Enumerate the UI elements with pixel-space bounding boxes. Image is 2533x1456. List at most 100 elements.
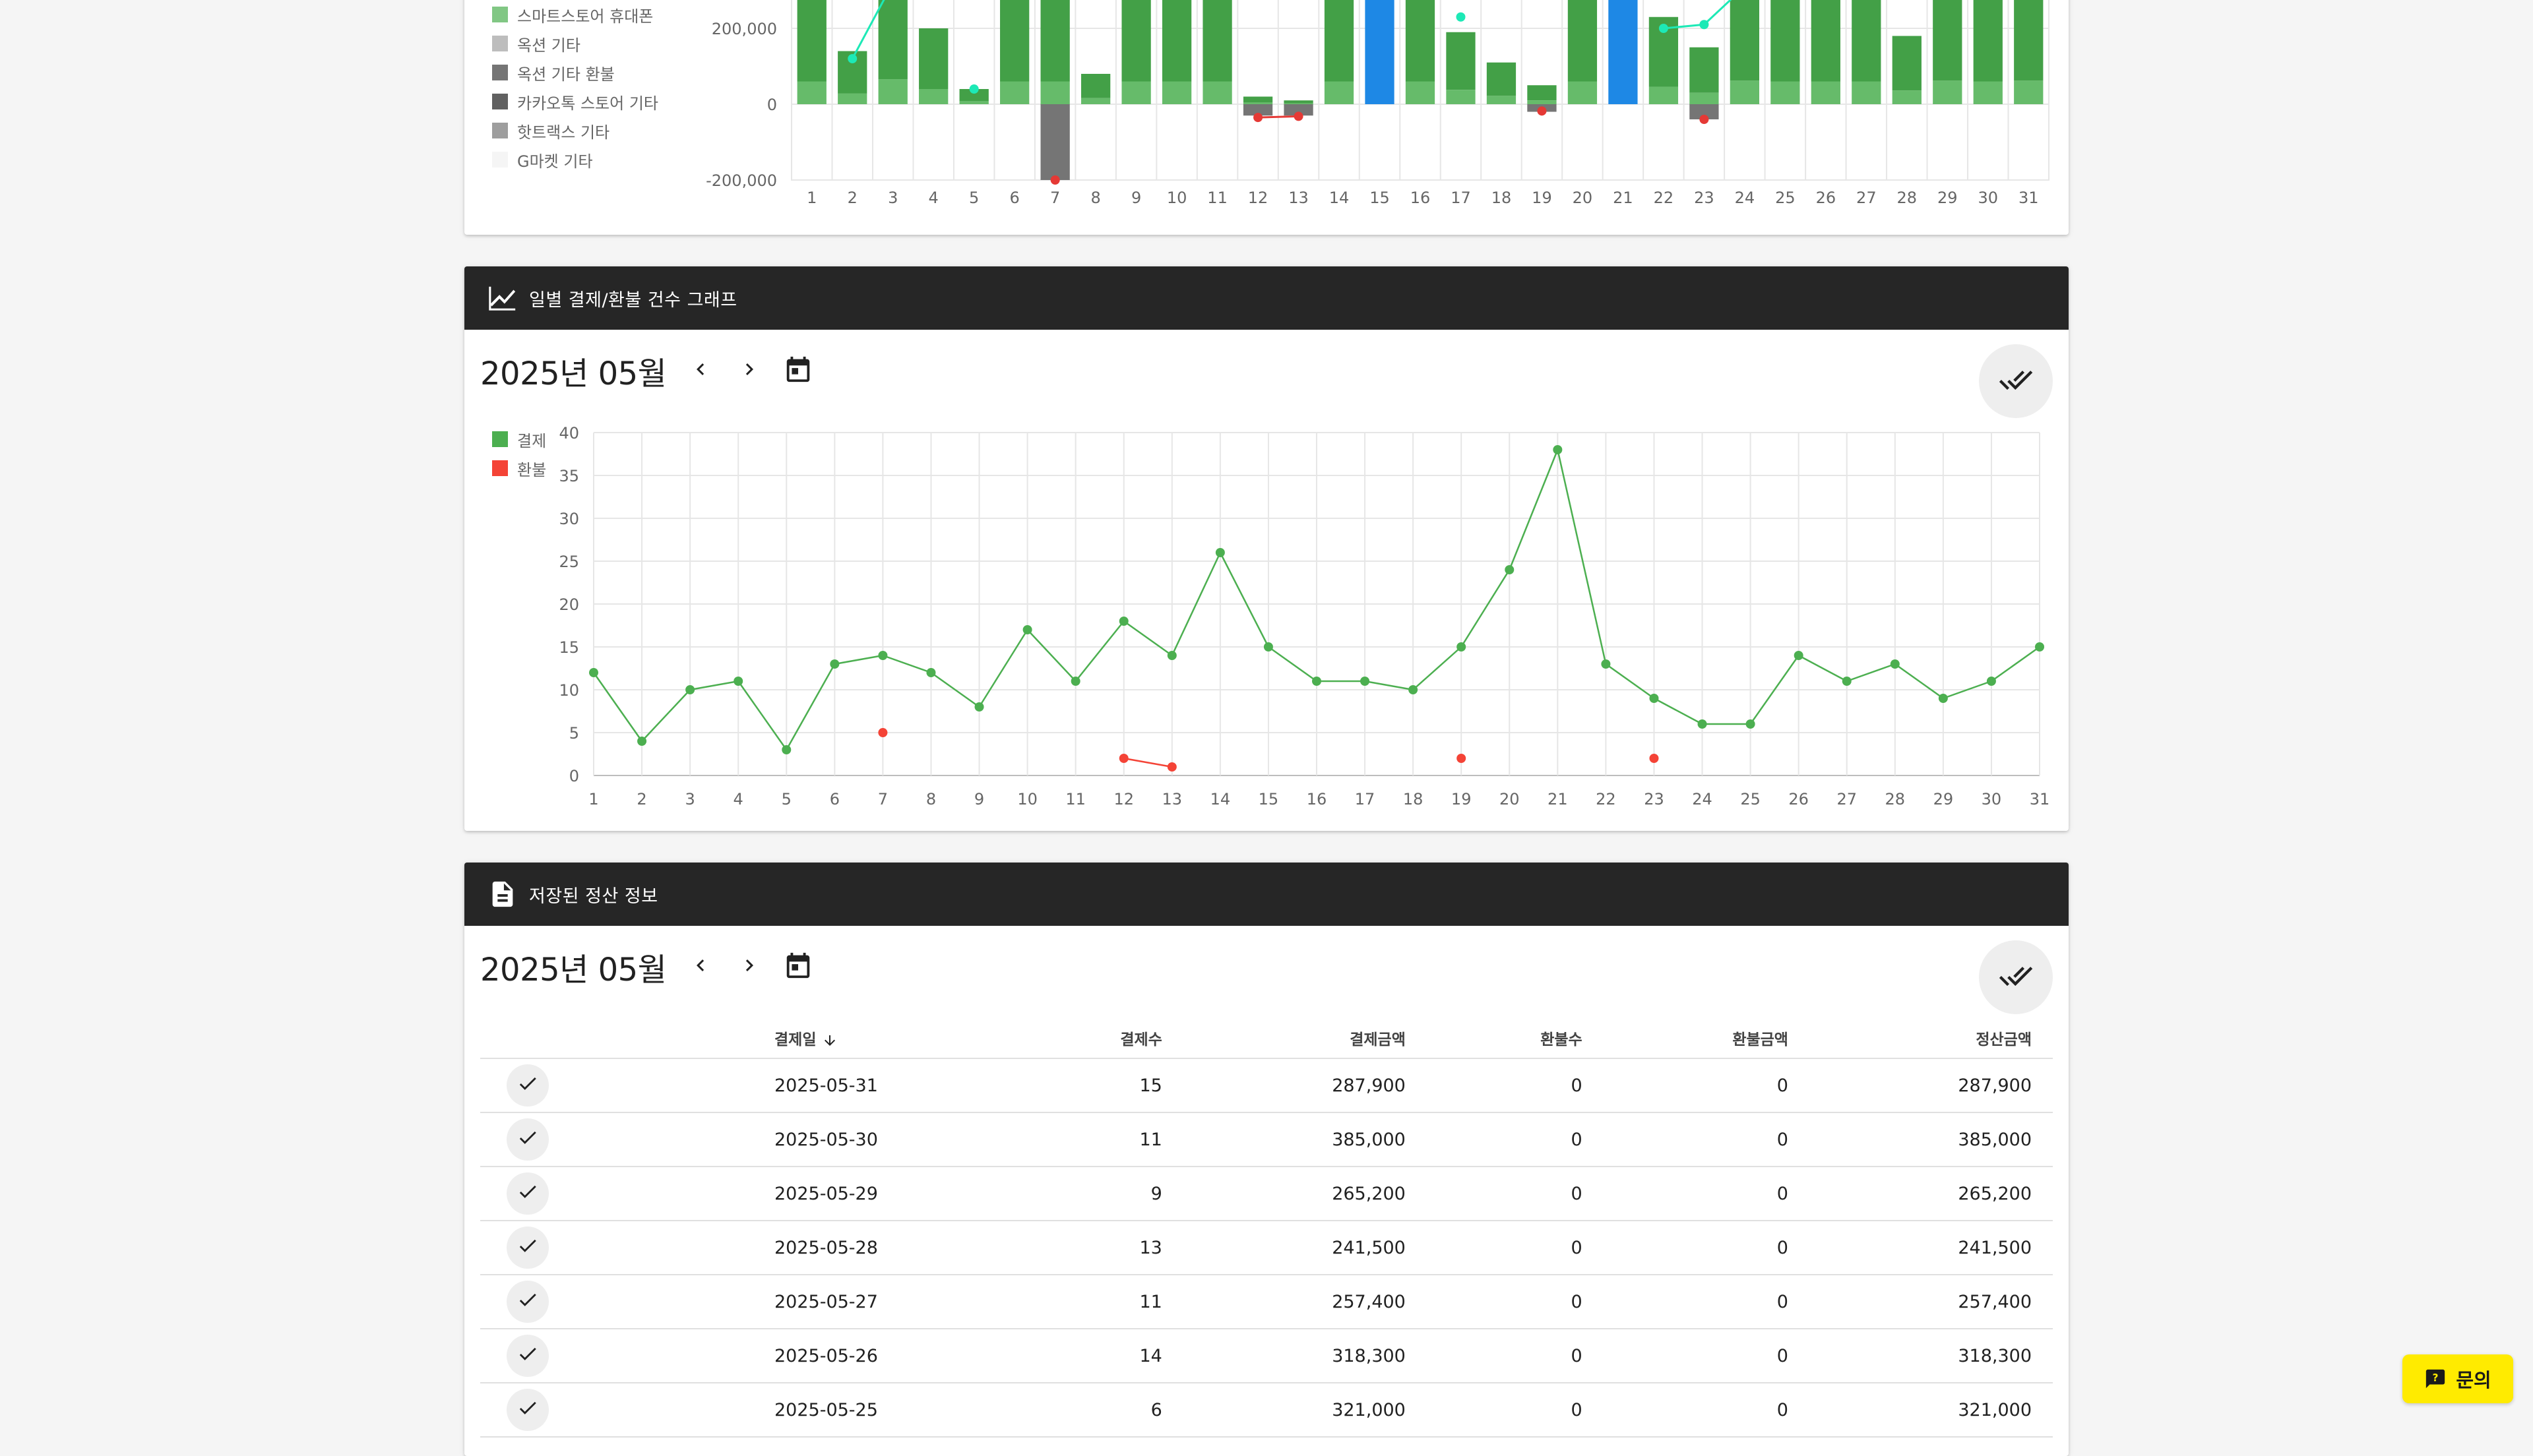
revenue-bar[interactable] (1446, 32, 1476, 90)
revenue-bar-segment[interactable] (1405, 81, 1435, 105)
refund-line-point[interactable] (1537, 106, 1547, 116)
x-tick-label: 8 (1090, 189, 1100, 207)
row-check-button[interactable] (507, 1118, 549, 1161)
revenue-bar[interactable] (1567, 0, 1598, 82)
revenue-bar[interactable] (1811, 0, 1840, 82)
revenue-bar-segment[interactable] (1933, 80, 1962, 104)
revenue-bar-segment[interactable] (838, 93, 867, 104)
revenue-bar-segment[interactable] (1973, 81, 2003, 105)
column-header-refund-count[interactable]: 환불수 (1426, 1018, 1604, 1059)
payment-point[interactable] (782, 745, 792, 754)
table-row[interactable]: 2025-05-27 11 257,400 0 0 257,400 (480, 1275, 2053, 1329)
row-check-button[interactable] (507, 1172, 549, 1215)
svg-text:?: ? (2433, 1372, 2439, 1384)
column-header-pay-amount[interactable]: 결제금액 (1183, 1018, 1427, 1059)
prev-month-button[interactable] (679, 946, 722, 988)
revenue-line-point[interactable] (969, 84, 979, 94)
revenue-bar-segment[interactable] (2014, 80, 2044, 104)
table-row[interactable]: 2025-05-31 15 287,900 0 0 287,900 (480, 1058, 2053, 1113)
row-check-button[interactable] (507, 1389, 549, 1431)
revenue-bar-segment[interactable] (1203, 81, 1232, 105)
payment-point[interactable] (1794, 651, 1803, 660)
confirm-all-button[interactable] (1979, 940, 2053, 1014)
column-header-date[interactable]: 결제일 (607, 1018, 1007, 1059)
revenue-bar[interactable] (1284, 100, 1313, 104)
next-month-button[interactable] (728, 946, 770, 988)
revenue-bar-segment[interactable] (1689, 92, 1719, 104)
revenue-bar-segment[interactable] (878, 79, 908, 104)
revenue-bar-segment[interactable] (1121, 81, 1151, 105)
revenue-bar-segment[interactable] (1770, 81, 1800, 105)
refund-point[interactable] (1456, 754, 1466, 763)
inquiry-button[interactable]: ? 문의 (2402, 1354, 2513, 1403)
revenue-bar[interactable] (1080, 74, 1111, 98)
revenue-bar[interactable] (878, 0, 908, 80)
revenue-bar-segment[interactable] (1486, 96, 1517, 104)
revenue-bar-segment[interactable] (1527, 100, 1557, 104)
row-check-button[interactable] (507, 1335, 549, 1377)
revenue-bar[interactable] (797, 0, 827, 82)
revenue-bar-segment[interactable] (1608, 81, 1638, 105)
revenue-bar-segment[interactable] (1892, 90, 1922, 104)
payment-point[interactable] (1505, 565, 1515, 574)
revenue-bar[interactable] (1689, 47, 1719, 93)
revenue-bar-segment[interactable] (919, 89, 949, 104)
revenue-bar-segment[interactable] (1324, 81, 1354, 105)
revenue-bar-segment[interactable] (1162, 81, 1192, 105)
payment-point[interactable] (2035, 642, 2044, 652)
revenue-bar[interactable] (1162, 0, 1192, 82)
column-header-refund-amount[interactable]: 환불금액 (1603, 1018, 1809, 1059)
revenue-bar[interactable] (1040, 0, 1070, 82)
revenue-bar-segment[interactable] (959, 101, 989, 104)
revenue-bar[interactable] (1608, 0, 1638, 82)
row-check-button[interactable] (507, 1227, 549, 1269)
revenue-bar-segment[interactable] (1080, 98, 1111, 104)
refund-point[interactable] (1649, 754, 1659, 763)
revenue-bar[interactable] (1892, 36, 1922, 91)
revenue-bar-segment[interactable] (1852, 81, 1881, 105)
revenue-bar-segment[interactable] (1040, 81, 1070, 105)
revenue-bar-segment[interactable] (1811, 81, 1840, 105)
revenue-bar-segment[interactable] (797, 81, 827, 105)
column-header-pay-count[interactable]: 결제수 (1007, 1018, 1183, 1059)
table-row[interactable]: 2025-05-28 13 241,500 0 0 241,500 (480, 1221, 2053, 1275)
revenue-bar[interactable] (1121, 0, 1151, 82)
table-row[interactable]: 2025-05-30 11 385,000 0 0 385,000 (480, 1112, 2053, 1167)
calendar-button[interactable] (777, 946, 819, 988)
revenue-bar-segment[interactable] (1365, 81, 1394, 105)
revenue-bar-segment[interactable] (1446, 90, 1476, 104)
revenue-bar[interactable] (1405, 0, 1435, 82)
refund-line-point[interactable] (1294, 111, 1303, 121)
revenue-bar[interactable] (1770, 0, 1800, 82)
revenue-bar[interactable] (1973, 0, 2003, 82)
column-header-settle-amount[interactable]: 정산금액 (1809, 1018, 2053, 1059)
revenue-bar[interactable] (1933, 0, 1962, 81)
revenue-bar[interactable] (1243, 96, 1273, 103)
revenue-bar[interactable] (1365, 0, 1394, 82)
revenue-bar[interactable] (919, 28, 949, 89)
revenue-bar[interactable] (1730, 0, 1760, 81)
revenue-bar-segment[interactable] (1000, 81, 1030, 105)
revenue-bar[interactable] (1324, 0, 1354, 82)
revenue-bar-segment[interactable] (1243, 102, 1273, 104)
revenue-bar-segment[interactable] (1730, 80, 1760, 104)
table-row[interactable]: 2025-05-26 14 318,300 0 0 318,300 (480, 1329, 2053, 1383)
revenue-bar-segment[interactable] (1648, 86, 1679, 104)
revenue-bar[interactable] (1852, 0, 1881, 82)
revenue-bar[interactable] (1527, 85, 1557, 101)
revenue-bar-segment[interactable] (1567, 81, 1598, 105)
table-row[interactable]: 2025-05-29 9 265,200 0 0 265,200 (480, 1167, 2053, 1221)
revenue-line-point[interactable] (1456, 12, 1466, 22)
refund-line-point[interactable] (1050, 175, 1060, 185)
table-row[interactable]: 2025-05-25 6 321,000 0 0 321,000 (480, 1383, 2053, 1438)
revenue-bar[interactable] (2014, 0, 2044, 81)
revenue-bar[interactable] (1000, 0, 1030, 82)
refund-line-point[interactable] (1699, 115, 1709, 124)
refund-bar[interactable] (1040, 104, 1070, 180)
row-check-button[interactable] (507, 1281, 549, 1323)
refund-point[interactable] (1167, 762, 1177, 772)
refund-point[interactable] (878, 728, 888, 737)
row-check-button[interactable] (507, 1064, 549, 1107)
revenue-bar[interactable] (1203, 0, 1232, 82)
revenue-bar[interactable] (1486, 62, 1517, 96)
